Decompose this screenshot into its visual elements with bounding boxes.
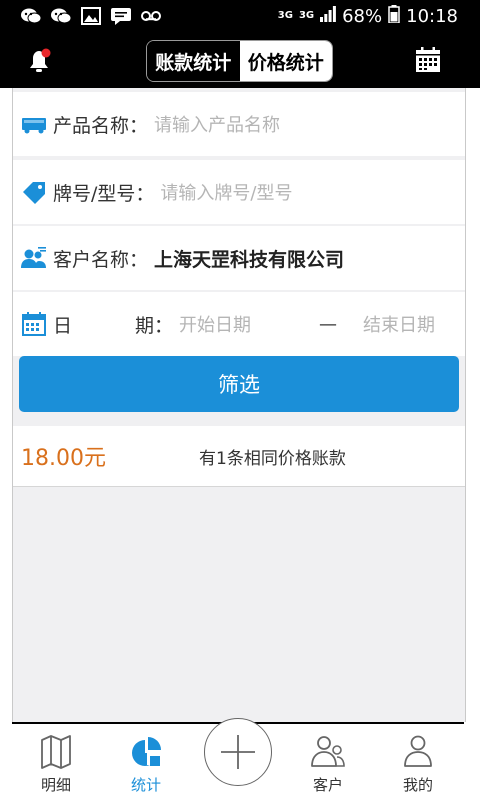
status-bar: 3G 3G 68% 10:18 bbox=[0, 0, 480, 32]
result-row: 18.00元 有1条相同价格账款 bbox=[13, 426, 465, 487]
voicemail-icon bbox=[140, 7, 162, 25]
tab-customers[interactable]: 客户 bbox=[298, 732, 358, 795]
tab-statistics[interactable]: 统计 bbox=[116, 732, 176, 795]
content-area: 产品名称： 请输入产品名称 牌号/型号： 请输入牌号/型号 客户名称： 上海天罡… bbox=[12, 88, 466, 722]
network-type-label: 3G bbox=[277, 10, 293, 21]
tab-label: 客户 bbox=[312, 776, 343, 794]
start-date-input[interactable]: 开始日期 bbox=[179, 311, 319, 337]
filter-button[interactable]: 筛选 bbox=[19, 356, 459, 412]
wechat-icon bbox=[50, 7, 72, 25]
plus-icon bbox=[221, 735, 255, 769]
date-label-part: 期： bbox=[134, 314, 173, 337]
add-button[interactable] bbox=[204, 718, 272, 786]
tab-label: 明细 bbox=[40, 776, 71, 794]
date-label-part: 日 bbox=[53, 314, 73, 337]
truck-icon bbox=[21, 111, 47, 137]
tab-label: 统计 bbox=[130, 776, 161, 794]
customer-name-row[interactable]: 客户名称： 上海天罡科技有限公司 bbox=[13, 226, 465, 290]
image-icon bbox=[80, 7, 102, 25]
customer-name-value[interactable]: 上海天罡科技有限公司 bbox=[154, 245, 344, 272]
pie-chart-icon bbox=[126, 732, 166, 772]
customers-icon bbox=[21, 245, 47, 271]
bell-icon[interactable] bbox=[24, 46, 54, 76]
date-row: 日 期： 开始日期 — 结束日期 bbox=[13, 292, 465, 356]
message-icon bbox=[110, 7, 132, 25]
model-input[interactable]: 请输入牌号/型号 bbox=[160, 179, 292, 205]
model-label: 牌号/型号： bbox=[53, 182, 155, 205]
bottom-tab-bar: 明细 统计 客户 我的 bbox=[12, 718, 464, 802]
tab-price-stats[interactable]: 价格统计 bbox=[239, 41, 332, 81]
tab-label: 我的 bbox=[402, 776, 433, 794]
customers-icon bbox=[308, 732, 348, 772]
calendar-icon[interactable] bbox=[414, 46, 442, 74]
customer-name-label: 客户名称： bbox=[53, 248, 149, 271]
tab-details[interactable]: 明细 bbox=[26, 732, 86, 795]
stats-type-switch: 账款统计 价格统计 bbox=[146, 40, 333, 82]
signal-icon bbox=[320, 5, 337, 27]
calendar-icon bbox=[21, 311, 47, 337]
date-label: 日 期： bbox=[53, 311, 173, 338]
battery-level: 68% bbox=[342, 5, 383, 27]
result-count-text: 有1条相同价格账款 bbox=[199, 449, 346, 469]
tab-mine[interactable]: 我的 bbox=[388, 732, 448, 795]
tab-account-stats[interactable]: 账款统计 bbox=[147, 41, 240, 81]
wechat-icon bbox=[20, 7, 42, 25]
clock: 10:18 bbox=[406, 5, 458, 27]
end-date-input[interactable]: 结束日期 bbox=[363, 311, 435, 337]
product-name-row[interactable]: 产品名称： 请输入产品名称 bbox=[13, 92, 465, 156]
map-icon bbox=[36, 732, 76, 772]
product-name-label: 产品名称： bbox=[53, 114, 149, 137]
model-row[interactable]: 牌号/型号： 请输入牌号/型号 bbox=[13, 160, 465, 224]
battery-icon bbox=[388, 4, 400, 28]
tag-icon bbox=[21, 179, 47, 205]
network-type-label: 3G bbox=[298, 10, 315, 21]
date-separator: — bbox=[319, 313, 337, 335]
product-name-input[interactable]: 请输入产品名称 bbox=[154, 111, 280, 137]
price-value: 18.00元 bbox=[21, 446, 106, 471]
user-icon bbox=[398, 732, 438, 772]
